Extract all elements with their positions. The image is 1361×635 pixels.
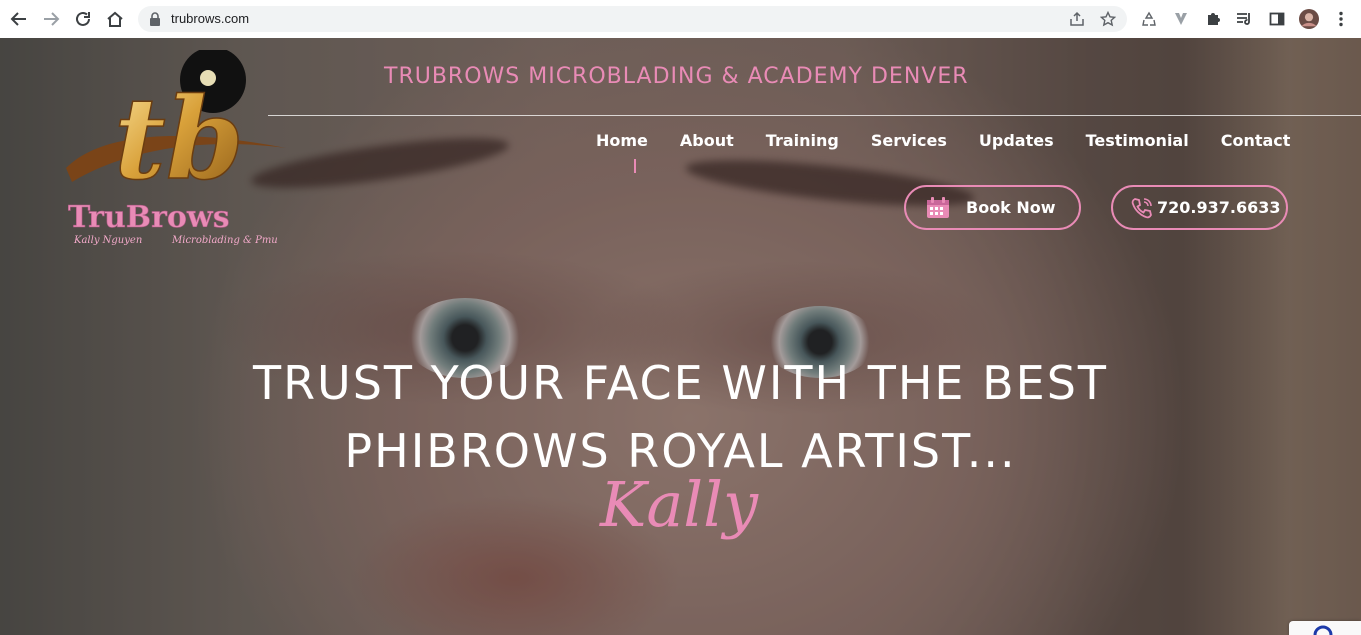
vpn-extension-icon[interactable] (1171, 9, 1191, 29)
home-icon (107, 11, 123, 27)
nav-active-indicator (634, 159, 636, 173)
nav-about[interactable]: About (680, 131, 734, 150)
nav-contact[interactable]: Contact (1221, 131, 1291, 150)
svg-text:Kally Nguyen: Kally Nguyen (73, 235, 142, 246)
kebab-menu-icon[interactable] (1331, 9, 1351, 29)
url-text: trubrows.com (171, 11, 250, 26)
main-nav: Home About Training Services Updates Tes… (596, 131, 1290, 150)
svg-text:tb: tb (114, 74, 244, 205)
forward-button[interactable] (39, 7, 63, 31)
address-bar[interactable]: trubrows.com (138, 6, 1127, 32)
signature-kally: Kally (599, 468, 759, 541)
nav-updates[interactable]: Updates (979, 131, 1054, 150)
arrow-left-icon (10, 12, 26, 26)
nav-testimonial[interactable]: Testimonial (1086, 131, 1189, 150)
trubrows-logo[interactable]: tb TruBrows Kally Nguyen Microblading & … (62, 50, 292, 250)
reload-button[interactable] (71, 7, 95, 31)
bookmark-star-icon[interactable] (1100, 11, 1116, 27)
calendar-icon (927, 196, 949, 218)
arrow-right-icon (44, 12, 60, 26)
nav-home[interactable]: Home (596, 131, 648, 150)
hero-headline-line1: TRUST YOUR FACE WITH THE BEST (252, 356, 1109, 410)
recaptcha-badge[interactable] (1289, 621, 1361, 635)
book-now-button[interactable]: Book Now (904, 185, 1081, 230)
header-divider (268, 115, 1361, 116)
side-panel-icon[interactable] (1267, 9, 1287, 29)
phone-number: 720.937.6633 (1157, 198, 1281, 217)
hero-section: tb TruBrows Kally Nguyen Microblading & … (0, 38, 1361, 635)
recycle-extension-icon[interactable] (1139, 9, 1159, 29)
nav-training[interactable]: Training (766, 131, 839, 150)
share-icon[interactable] (1069, 11, 1085, 27)
site-tagline: TRUBROWS MICROBLADING & ACADEMY DENVER (384, 64, 969, 89)
puzzle-icon[interactable] (1203, 9, 1223, 29)
nav-services[interactable]: Services (871, 131, 947, 150)
svg-text:Microblading & Pmu: Microblading & Pmu (171, 235, 278, 246)
browser-toolbar: trubrows.com (0, 0, 1361, 39)
recaptcha-icon (1313, 625, 1333, 635)
logo-wordmark: TruBrows (68, 200, 230, 235)
avatar[interactable] (1299, 9, 1319, 29)
home-button[interactable] (103, 7, 127, 31)
phone-button[interactable]: 720.937.6633 (1111, 185, 1288, 230)
back-button[interactable] (7, 7, 31, 31)
svg-text:Kally: Kally (599, 468, 759, 541)
lock-icon (150, 12, 160, 26)
reload-icon (76, 11, 90, 26)
phone-icon (1131, 197, 1152, 218)
book-now-label: Book Now (966, 198, 1056, 217)
media-control-icon[interactable] (1235, 9, 1255, 29)
